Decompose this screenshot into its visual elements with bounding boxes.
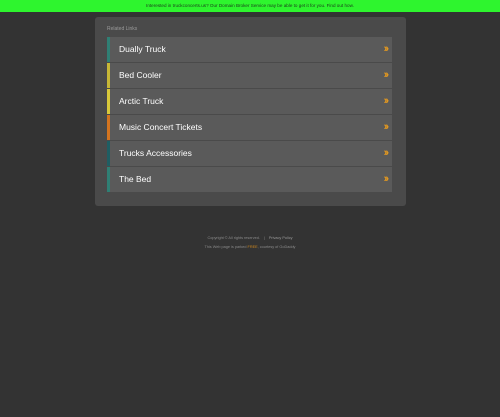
double-chevron-right-icon[interactable]: ›› xyxy=(384,37,390,62)
related-links-list: Dually Truck ›› Bed Cooler ›› Arctic Tru… xyxy=(107,37,392,193)
parked-prefix-text: This Web page is parked xyxy=(204,245,247,249)
accent-bar xyxy=(107,115,110,140)
free-link[interactable]: FREE xyxy=(248,245,258,249)
link-item-bed-cooler[interactable]: Bed Cooler ›› xyxy=(107,63,392,88)
privacy-policy-link[interactable]: Privacy Policy xyxy=(269,236,293,240)
link-label[interactable]: Trucks Accessories xyxy=(119,141,192,166)
link-item-arctic-truck[interactable]: Arctic Truck ›› xyxy=(107,89,392,114)
footer-separator: | xyxy=(263,236,265,240)
footer-legal: Copyright © All rights reserved. | Privacy… xyxy=(0,236,500,240)
double-chevron-right-icon[interactable]: ›› xyxy=(384,167,390,192)
double-chevron-right-icon[interactable]: ›› xyxy=(384,115,390,140)
parked-suffix-text: , courtesy of GoDaddy xyxy=(257,245,296,249)
link-item-the-bed[interactable]: The Bed ›› xyxy=(107,167,392,192)
link-label[interactable]: Bed Cooler xyxy=(119,63,162,88)
link-item-music-concert-tickets[interactable]: Music Concert Tickets ›› xyxy=(107,115,392,140)
double-chevron-right-icon[interactable]: ›› xyxy=(384,63,390,88)
link-label[interactable]: Arctic Truck xyxy=(119,89,163,114)
link-label[interactable]: Dually Truck xyxy=(119,37,166,62)
related-links-panel: Related Links Dually Truck ›› Bed Cooler… xyxy=(95,17,406,206)
double-chevron-right-icon[interactable]: ›› xyxy=(384,89,390,114)
accent-bar xyxy=(107,167,110,192)
accent-bar xyxy=(107,141,110,166)
accent-bar xyxy=(107,89,110,114)
accent-bar xyxy=(107,37,110,62)
footer-parked-notice: This Web page is parked FREE, courtesy o… xyxy=(0,245,500,249)
panel-heading: Related Links xyxy=(107,26,138,32)
link-item-dually-truck[interactable]: Dually Truck ›› xyxy=(107,37,392,62)
double-chevron-right-icon[interactable]: ›› xyxy=(384,141,390,166)
link-label[interactable]: Music Concert Tickets xyxy=(119,115,202,140)
copyright-text: Copyright © All rights reserved. xyxy=(207,236,260,240)
link-item-trucks-accessories[interactable]: Trucks Accessories ›› xyxy=(107,141,392,166)
link-label[interactable]: The Bed xyxy=(119,167,151,192)
accent-bar xyxy=(107,63,110,88)
domain-broker-banner[interactable]: Interested in truckconcerts.us? Our Doma… xyxy=(0,0,500,12)
